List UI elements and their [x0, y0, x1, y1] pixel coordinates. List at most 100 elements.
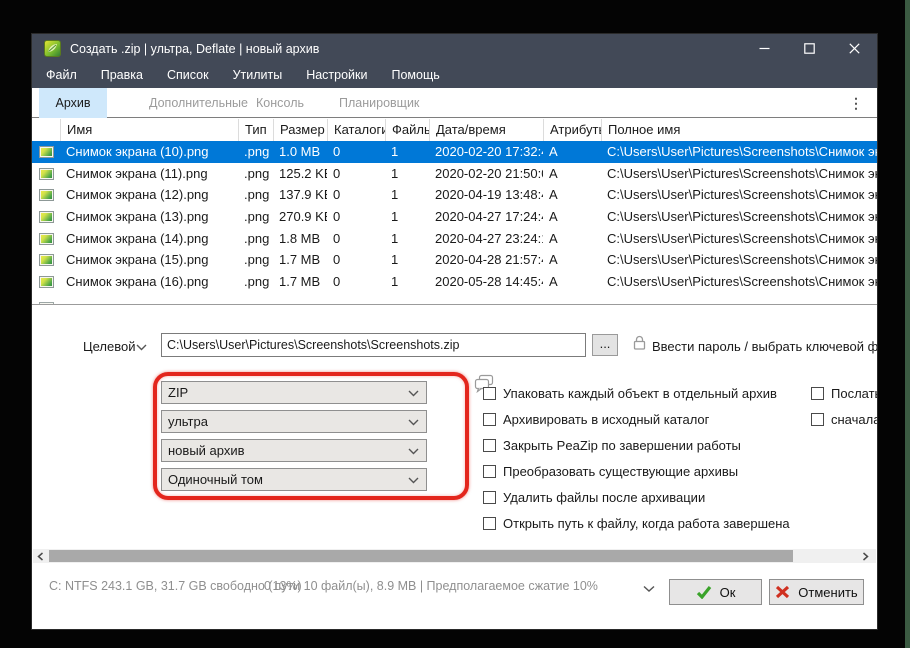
row-attributes: A [543, 184, 601, 206]
maximize-button[interactable] [787, 34, 832, 63]
minimize-icon [759, 43, 770, 54]
password-keyfile-link[interactable]: Ввести пароль / выбрать ключевой файл [652, 339, 878, 354]
column-datetime[interactable]: Дата/время [429, 119, 543, 141]
menu-help[interactable]: Помощь [380, 63, 452, 88]
lock-icon [633, 335, 646, 350]
volume-select[interactable]: Одиночный том [161, 468, 427, 491]
row-dirs: 0 [327, 206, 385, 228]
table-row[interactable]: Снимок экрана (11).png .png 125.2 KB 0 1… [32, 163, 877, 185]
tab-archive[interactable]: Архив [39, 88, 107, 118]
checkbox-label: сначала в Т [831, 412, 878, 427]
column-dirs[interactable]: Каталоги [327, 119, 385, 141]
row-size: 270.9 KB [273, 206, 327, 228]
menu-edit[interactable]: Правка [89, 63, 155, 88]
close-button[interactable] [832, 34, 877, 63]
row-datetime: 2020-04-19 13:48:42 [429, 184, 543, 206]
column-icon[interactable] [32, 119, 60, 141]
row-dirs: 0 [327, 184, 385, 206]
row-size: 1.7 MB [273, 271, 327, 293]
format-select[interactable]: ZIP [161, 381, 427, 404]
table-row-partial[interactable] [32, 293, 877, 304]
checkbox-archive-to-source[interactable]: Архивировать в исходный каталог [483, 411, 709, 427]
image-file-icon [39, 254, 54, 266]
row-name: Снимок экрана (16).png [60, 271, 238, 293]
chevron-down-icon [408, 448, 419, 455]
check-icon [696, 585, 712, 599]
table-row[interactable]: Снимок экрана (10).png .png 1.0 MB 0 1 2… [32, 141, 877, 163]
image-file-icon [39, 233, 54, 245]
row-datetime: 2020-02-20 17:32:44 [429, 141, 543, 163]
row-icon-cell [32, 141, 60, 163]
column-files[interactable]: Файлы [385, 119, 429, 141]
row-datetime: 2020-05-28 14:45:40 [429, 271, 543, 293]
x-mark-icon [775, 585, 790, 599]
row-attributes: A [543, 141, 601, 163]
checkbox-open-path-when-done[interactable]: Открыть путь к файлу, когда работа завер… [483, 515, 790, 531]
table-row[interactable]: Снимок экрана (13).png .png 270.9 KB 0 1… [32, 206, 877, 228]
compression-level-select[interactable]: ультра [161, 410, 427, 433]
target-label: Целевой [83, 339, 135, 354]
ok-button[interactable]: Ок [669, 579, 762, 605]
checkbox-close-after[interactable]: Закрыть PeaZip по завершении работы [483, 437, 741, 453]
row-files: 1 [385, 249, 429, 271]
table-row[interactable]: Снимок экрана (16).png .png 1.7 MB 0 1 2… [32, 271, 877, 293]
row-fullname: C:\Users\User\Pictures\Screenshots\Снимо… [601, 163, 877, 185]
row-dirs: 0 [327, 271, 385, 293]
target-chevron-down-icon[interactable] [136, 344, 147, 351]
more-options-icon[interactable]: ⋮ [849, 88, 863, 118]
menu-settings[interactable]: Настройки [294, 63, 379, 88]
table-row[interactable]: Снимок экрана (15).png .png 1.7 MB 0 1 2… [32, 249, 877, 271]
ok-button-label: Ок [720, 585, 736, 600]
row-type: .png [238, 228, 273, 250]
checkbox-convert-existing[interactable]: Преобразовать существующие архивы [483, 463, 738, 479]
row-icon-cell [32, 249, 60, 271]
table-row[interactable]: Снимок экрана (12).png .png 137.9 KB 0 1… [32, 184, 877, 206]
row-dirs: 0 [327, 141, 385, 163]
scrollbar-thumb[interactable] [49, 550, 793, 562]
row-size: 1.8 MB [273, 228, 327, 250]
chevron-down-icon [408, 419, 419, 426]
column-attributes[interactable]: Атрибуты [543, 119, 601, 141]
row-size: 1.7 MB [273, 249, 327, 271]
row-icon-cell [32, 293, 60, 304]
row-type: .png [238, 206, 273, 228]
row-name: Снимок экрана (13).png [60, 206, 238, 228]
column-fullname[interactable]: Полное имя [601, 119, 877, 141]
column-size[interactable]: Размер [273, 119, 327, 141]
row-attributes: A [543, 228, 601, 250]
horizontal-scrollbar[interactable] [33, 549, 876, 563]
row-attributes: A [543, 249, 601, 271]
menu-utilities[interactable]: Утилиты [221, 63, 295, 88]
column-name[interactable]: Имя [60, 119, 238, 141]
row-files: 1 [385, 271, 429, 293]
row-datetime: 2020-04-27 23:24:18 [429, 228, 543, 250]
desktop-background: Создать .zip | ультра, Deflate | новый а… [0, 0, 910, 648]
archive-mode-select[interactable]: новый архив [161, 439, 427, 462]
tab-console[interactable]: Консоль [256, 88, 304, 118]
target-path-input[interactable]: C:\Users\User\Pictures\Screenshots\Scree… [161, 333, 586, 357]
browse-button[interactable]: ... [592, 334, 618, 356]
checkbox-send-by-mail[interactable]: Послать по [811, 385, 878, 401]
table-row[interactable]: Снимок экрана (14).png .png 1.8 MB 0 1 2… [32, 228, 877, 250]
tab-scheduler[interactable]: Планировщик [339, 88, 419, 118]
row-size: 1.0 MB [273, 141, 327, 163]
file-list-header: Имя Тип Размер Каталоги Файлы Дата/время… [32, 119, 877, 141]
checkbox-icon [483, 465, 496, 478]
scroll-right-button[interactable] [858, 549, 873, 563]
row-files: 1 [385, 228, 429, 250]
cancel-button[interactable]: Отменить [769, 579, 864, 605]
checkbox-icon [483, 413, 496, 426]
tab-bar: Архив Дополнительные Консоль Планировщик… [32, 88, 877, 118]
menu-file[interactable]: Файл [34, 63, 89, 88]
tab-advanced[interactable]: Дополнительные [149, 88, 248, 118]
scroll-left-button[interactable] [33, 549, 48, 563]
footer-chevron-down-icon[interactable] [643, 585, 655, 593]
checkbox-delete-after[interactable]: Удалить файлы после архивации [483, 489, 705, 505]
checkbox-tar-first[interactable]: сначала в Т [811, 411, 878, 427]
menu-bar: Файл Правка Список Утилиты Настройки Пом… [32, 63, 877, 88]
menu-list[interactable]: Список [155, 63, 221, 88]
checkbox-icon [811, 413, 824, 426]
minimize-button[interactable] [742, 34, 787, 63]
column-type[interactable]: Тип [238, 119, 273, 141]
checkbox-separate-archives[interactable]: Упаковать каждый объект в отдельный архи… [483, 385, 777, 401]
